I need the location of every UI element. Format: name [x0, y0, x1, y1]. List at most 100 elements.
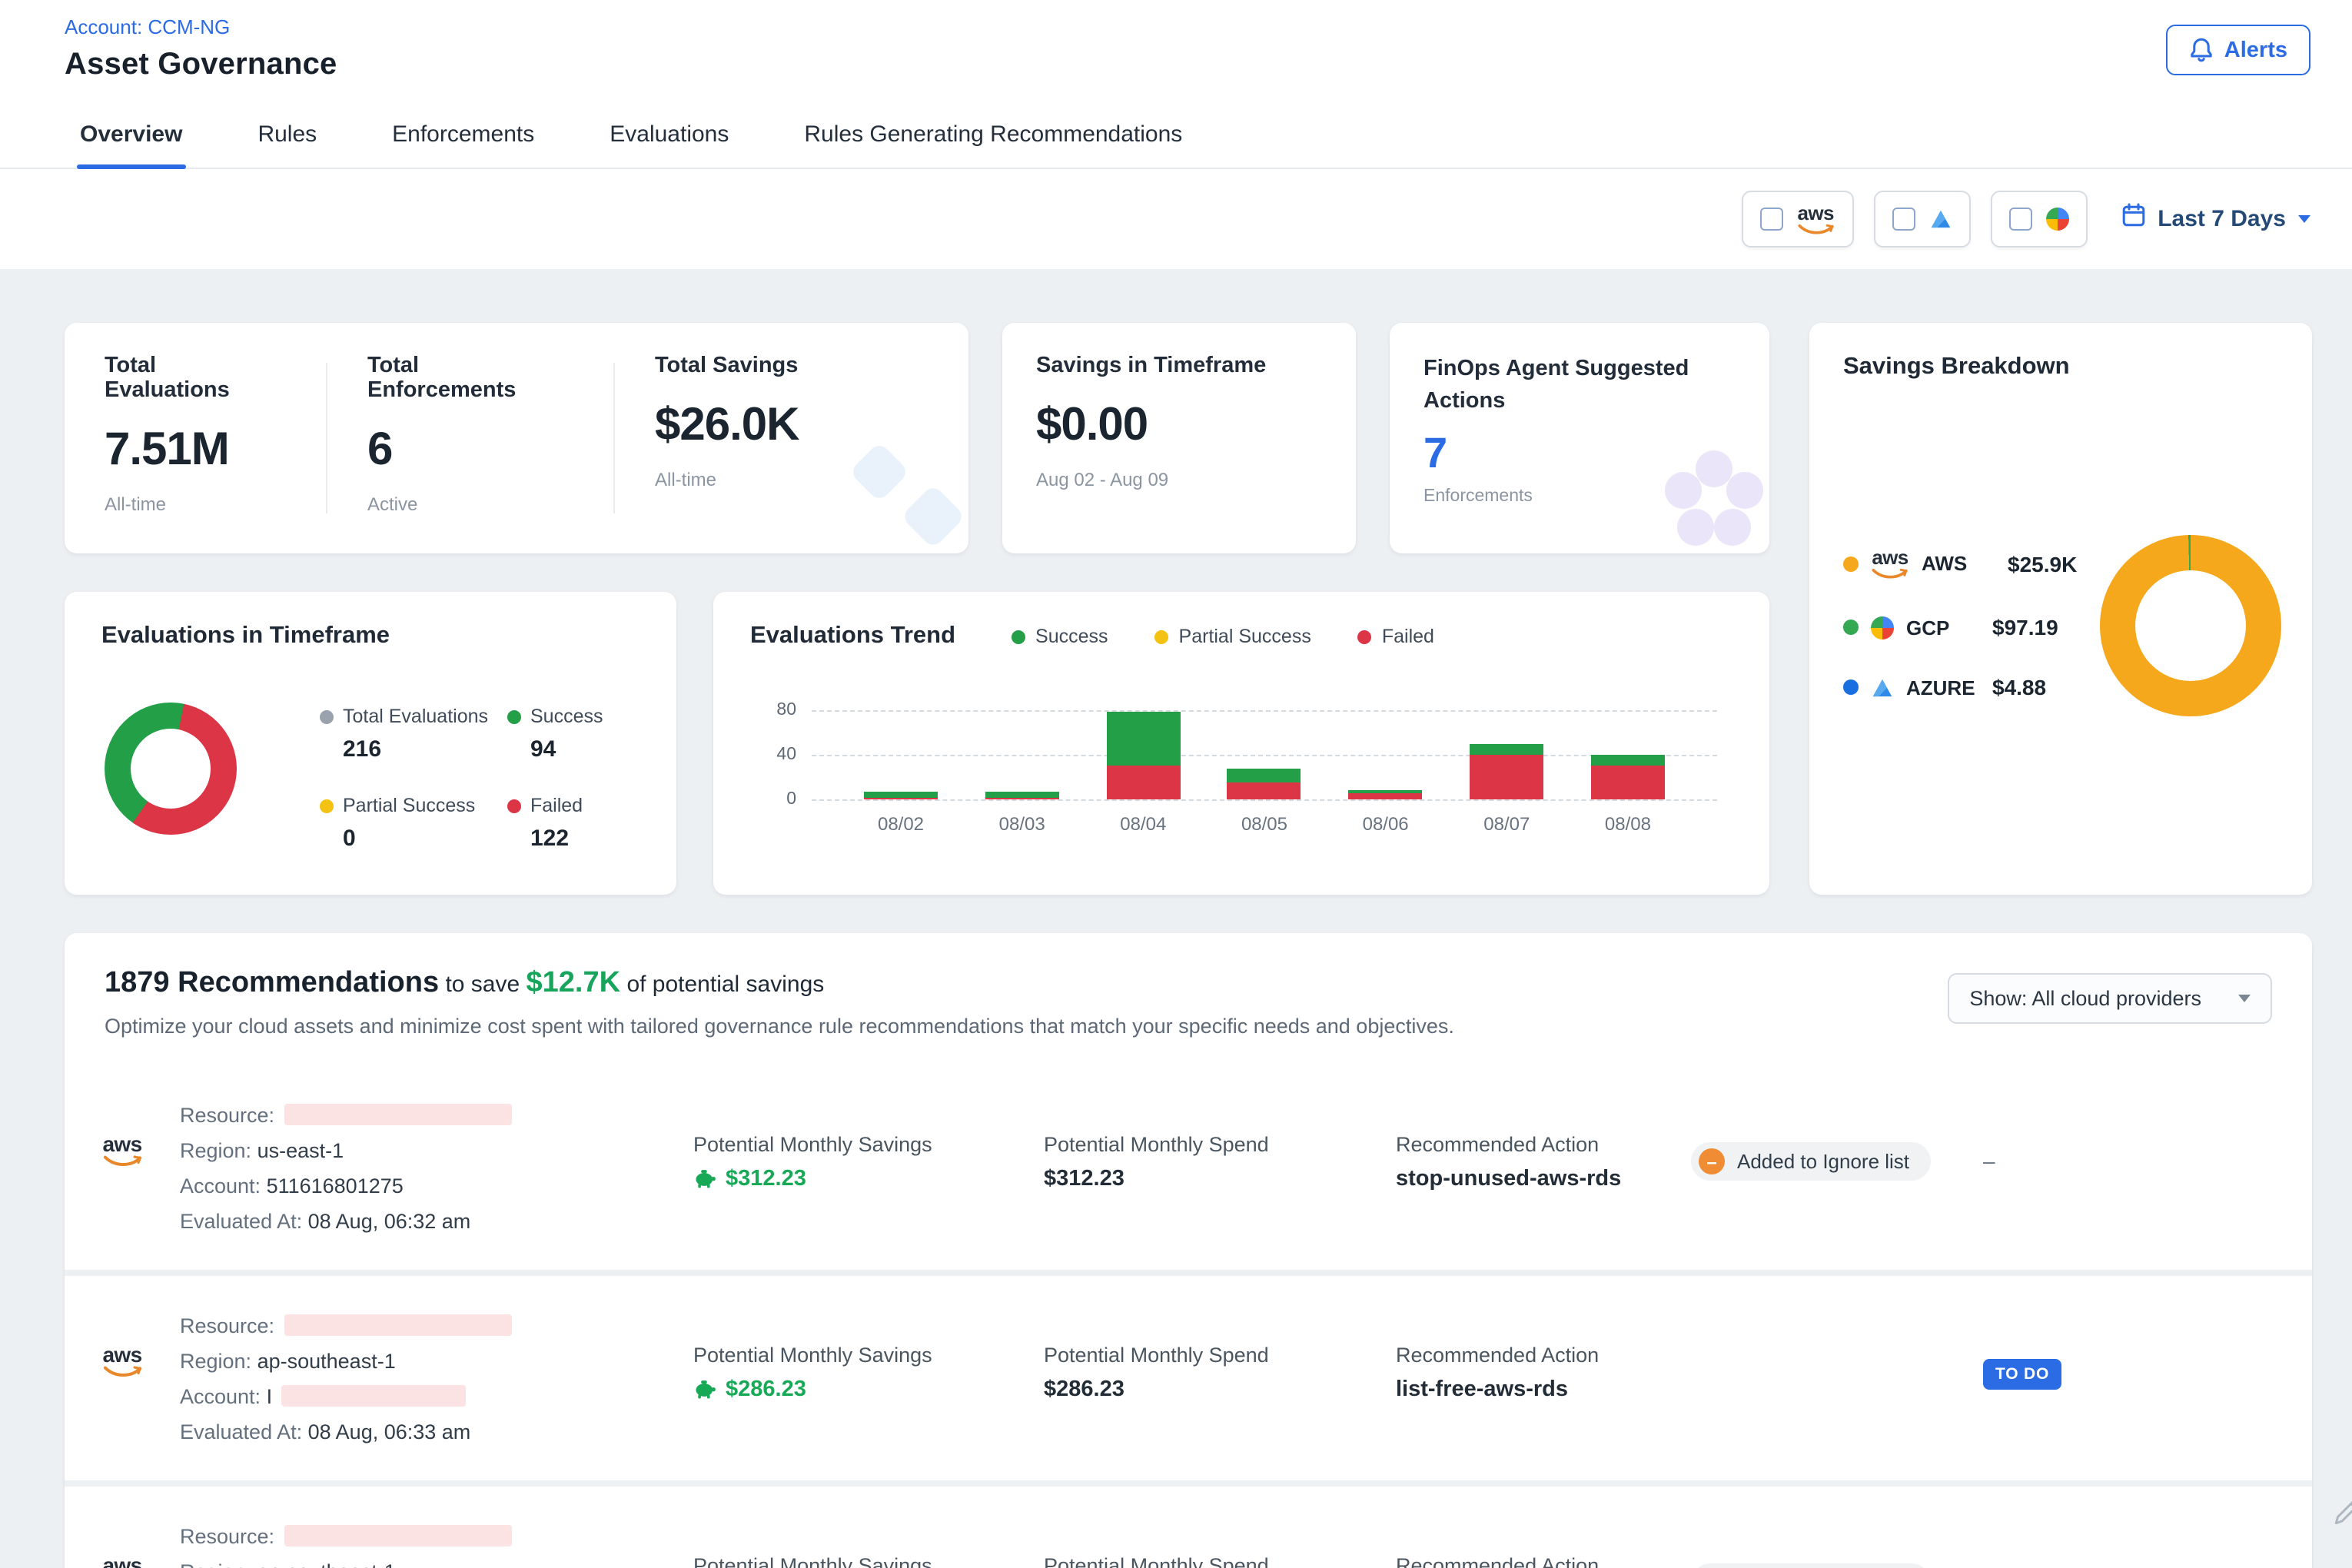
- legend-dot: [507, 799, 521, 812]
- bar-segment-failed: [1106, 766, 1180, 799]
- region-label: Region:: [180, 1560, 251, 1568]
- x-tick-label: 08/06: [1340, 813, 1432, 835]
- x-tick-label: 08/08: [1582, 813, 1674, 835]
- aws-icon: aws: [101, 1133, 144, 1167]
- savings-timeframe-card: Savings in Timeframe $0.00 Aug 02 - Aug …: [1002, 323, 1356, 553]
- provider-filters: aws: [1741, 191, 2087, 247]
- x-tick-label: 08/07: [1460, 813, 1553, 835]
- provider-savings-value: $4.88: [1992, 675, 2046, 699]
- legend-value: 94: [530, 736, 670, 762]
- tab-enforcements[interactable]: Enforcements: [389, 98, 537, 168]
- ignore-status-pill[interactable]: –Added to Ignore list: [1691, 1563, 1931, 1568]
- legend-label: Success: [530, 706, 603, 727]
- account-value: I: [261, 1385, 272, 1408]
- legend-dot: [320, 799, 334, 812]
- provider-filter-aws[interactable]: aws: [1741, 191, 1853, 247]
- legend-label: Failed: [530, 795, 583, 816]
- gcp-icon: [2045, 208, 2068, 231]
- stat-title: Total Enforcements: [367, 354, 573, 403]
- savings-legend-item-gcp: GCP$97.19: [1843, 615, 2105, 639]
- legend-label: Success: [1035, 626, 1108, 647]
- dropdown-label: Show: All cloud providers: [1969, 987, 2201, 1010]
- trend-bar-08-02: [855, 684, 947, 799]
- gridline: [812, 799, 1717, 801]
- edit-pencil-icon[interactable]: [2330, 1494, 2352, 1536]
- savings-breakdown-legend: awsAWS$25.9KGCP$97.19AZURE$4.88: [1843, 547, 2105, 699]
- legend-dot: [320, 709, 334, 723]
- savings-column-label: Potential Monthly Savings: [693, 1344, 1044, 1367]
- tab-evaluations[interactable]: Evaluations: [606, 98, 732, 168]
- stat-total-enforcements: Total Enforcements 6 Active: [327, 354, 613, 523]
- spend-column-label: Potential Monthly Spend: [1044, 1133, 1396, 1156]
- action-value: stop-unused-aws-rds: [1396, 1167, 1691, 1191]
- legend-value: 216: [343, 736, 483, 762]
- minus-icon: –: [1699, 1148, 1725, 1174]
- account-link[interactable]: Account: CCM-NG: [65, 15, 337, 38]
- tab-rules[interactable]: Rules: [254, 98, 320, 168]
- alerts-button[interactable]: Alerts: [2166, 25, 2310, 75]
- recommendations-header-text: 1879 Recommendations to save $12.7K of p…: [105, 967, 1454, 1038]
- tab-overview[interactable]: Overview: [77, 98, 185, 168]
- card-title: Evaluations Trend: [750, 623, 955, 650]
- stat-value: 6: [367, 424, 573, 477]
- bar-segment-failed: [1470, 755, 1543, 799]
- region-value: us-east-1: [251, 1139, 344, 1162]
- savings-breakdown-donut: [2100, 535, 2281, 716]
- azure-icon: [1928, 209, 1952, 229]
- provider-name: AZURE: [1906, 676, 1980, 699]
- y-tick-label: 0: [753, 790, 796, 809]
- provider-filter-azure[interactable]: [1873, 191, 1970, 247]
- resource-label: Resource:: [180, 1525, 274, 1548]
- stat-total-evaluations: Total Evaluations7.51MAll-time: [65, 354, 326, 523]
- resource-label: Resource:: [180, 1104, 274, 1127]
- legend-label: Partial Success: [343, 795, 475, 816]
- ignore-status-pill[interactable]: –Added to Ignore list: [1691, 1142, 1931, 1181]
- trend-bar-08-05: [1218, 684, 1311, 799]
- summary-stats-card: Total Evaluations7.51MAll-timeTotal Enfo…: [65, 323, 968, 553]
- stat-subtitle: All-time: [105, 493, 286, 515]
- bar-segment-success: [1591, 755, 1665, 766]
- bar-segment-failed: [1349, 794, 1423, 799]
- trend-bar-08-06: [1340, 684, 1432, 799]
- aws-icon: aws: [1796, 203, 1835, 235]
- date-range-select[interactable]: Last 7 Days: [2121, 203, 2310, 235]
- trend-legend-success: Success: [1011, 626, 1108, 647]
- action-column-label: Recommended Action: [1396, 1554, 1691, 1568]
- stat-subtitle: Aug 02 - Aug 09: [1036, 469, 1322, 490]
- page-title: Asset Governance: [65, 48, 337, 83]
- checkbox-azure[interactable]: [1892, 208, 1915, 231]
- provider-name: GCP: [1906, 616, 1980, 639]
- evaluations-legend: Total Evaluations216Success94Partial Suc…: [320, 706, 670, 852]
- azure-icon: [1871, 677, 1894, 697]
- legend-value: 122: [530, 826, 670, 852]
- redacted-account: [281, 1385, 466, 1407]
- tab-bar: Overview Rules Enforcements Evaluations Rule…: [0, 98, 2352, 169]
- trend-legend-partial-success: Partial Success: [1154, 626, 1311, 647]
- action-column-label: Recommended Action: [1396, 1344, 1691, 1367]
- stat-title: FinOps Agent Suggested Actions: [1423, 354, 1708, 418]
- asset-governance-app: Account: CCM-NG Asset Governance Alerts …: [0, 0, 2352, 1568]
- legend-dot: [507, 709, 521, 723]
- account-label: Account:: [180, 1385, 261, 1408]
- calendar-icon: [2121, 203, 2145, 235]
- spend-column-label: Potential Monthly Spend: [1044, 1554, 1396, 1568]
- checkbox-gcp[interactable]: [2008, 208, 2031, 231]
- stat-subtitle: Active: [367, 493, 573, 515]
- tab-rules-generating-recommendations[interactable]: Rules Generating Recommendations: [801, 98, 1185, 168]
- trend-bar-08-04: [1097, 684, 1189, 799]
- piggy-bank-icon: [693, 1168, 716, 1190]
- spend-value: $312.23: [1044, 1167, 1396, 1191]
- recommendation-list: awsResource:Region: us-east-1Account: 51…: [65, 1065, 2312, 1568]
- finops-agent-card: FinOps Agent Suggested Actions 7 Enforce…: [1390, 323, 1769, 553]
- bar-segment-success: [985, 792, 1059, 798]
- evaluated-at-label: Evaluated At:: [180, 1420, 302, 1443]
- recommendations-heading: 1879 Recommendations to save $12.7K of p…: [105, 967, 1454, 1001]
- legend-label: Failed: [1382, 626, 1434, 647]
- cloud-provider-filter-dropdown[interactable]: Show: All cloud providers: [1948, 973, 2272, 1024]
- provider-filter-gcp[interactable]: [1990, 191, 2087, 247]
- piggy-bank-icon: [693, 1379, 716, 1400]
- legend-dot: [1843, 620, 1859, 635]
- checkbox-aws[interactable]: [1759, 208, 1782, 231]
- stat-total-savings: Total Savings$26.0KAll-time: [615, 354, 839, 523]
- bar-segment-failed: [1591, 766, 1665, 799]
